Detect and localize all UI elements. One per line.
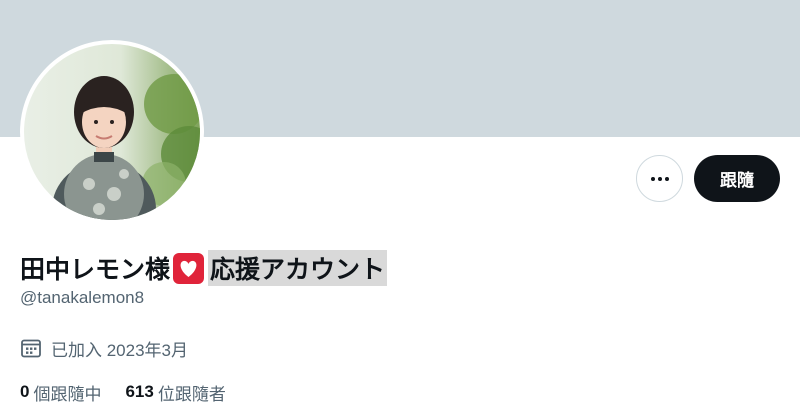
profile-page: 跟隨 田中レモン様 応援アカウント @tanakalemon8 已加入 2023… — [0, 0, 800, 416]
display-name-prefix: 田中レモン様 — [20, 256, 171, 284]
red-heart-emoji-icon — [173, 252, 205, 284]
following-link[interactable]: 0 個跟隨中 — [20, 380, 101, 405]
profile-handle: @tanakalemon8 — [20, 288, 145, 307]
display-name-suffix: 応援アカウント — [208, 250, 388, 286]
joined-date: 已加入 2023年3月 — [20, 336, 188, 360]
follow-button[interactable]: 跟隨 — [694, 155, 780, 202]
calendar-icon — [20, 337, 42, 359]
followers-count: 613 — [125, 382, 154, 401]
profile-stats: 0 個跟隨中 613 位跟隨者 — [20, 380, 250, 404]
followers-label: 位跟隨者 — [157, 384, 226, 404]
joined-date-text: 已加入 2023年3月 — [51, 340, 188, 360]
more-dots-icon — [650, 176, 669, 181]
avatar-photo — [24, 44, 200, 220]
followers-link[interactable]: 613 位跟隨者 — [125, 380, 225, 405]
following-count: 0 — [20, 382, 30, 401]
more-options-button[interactable] — [636, 155, 683, 202]
following-label: 個跟隨中 — [33, 384, 102, 404]
profile-avatar[interactable] — [20, 40, 204, 224]
follow-button-label: 跟隨 — [720, 171, 754, 190]
profile-display-name: 田中レモン様 応援アカウント — [20, 250, 388, 286]
